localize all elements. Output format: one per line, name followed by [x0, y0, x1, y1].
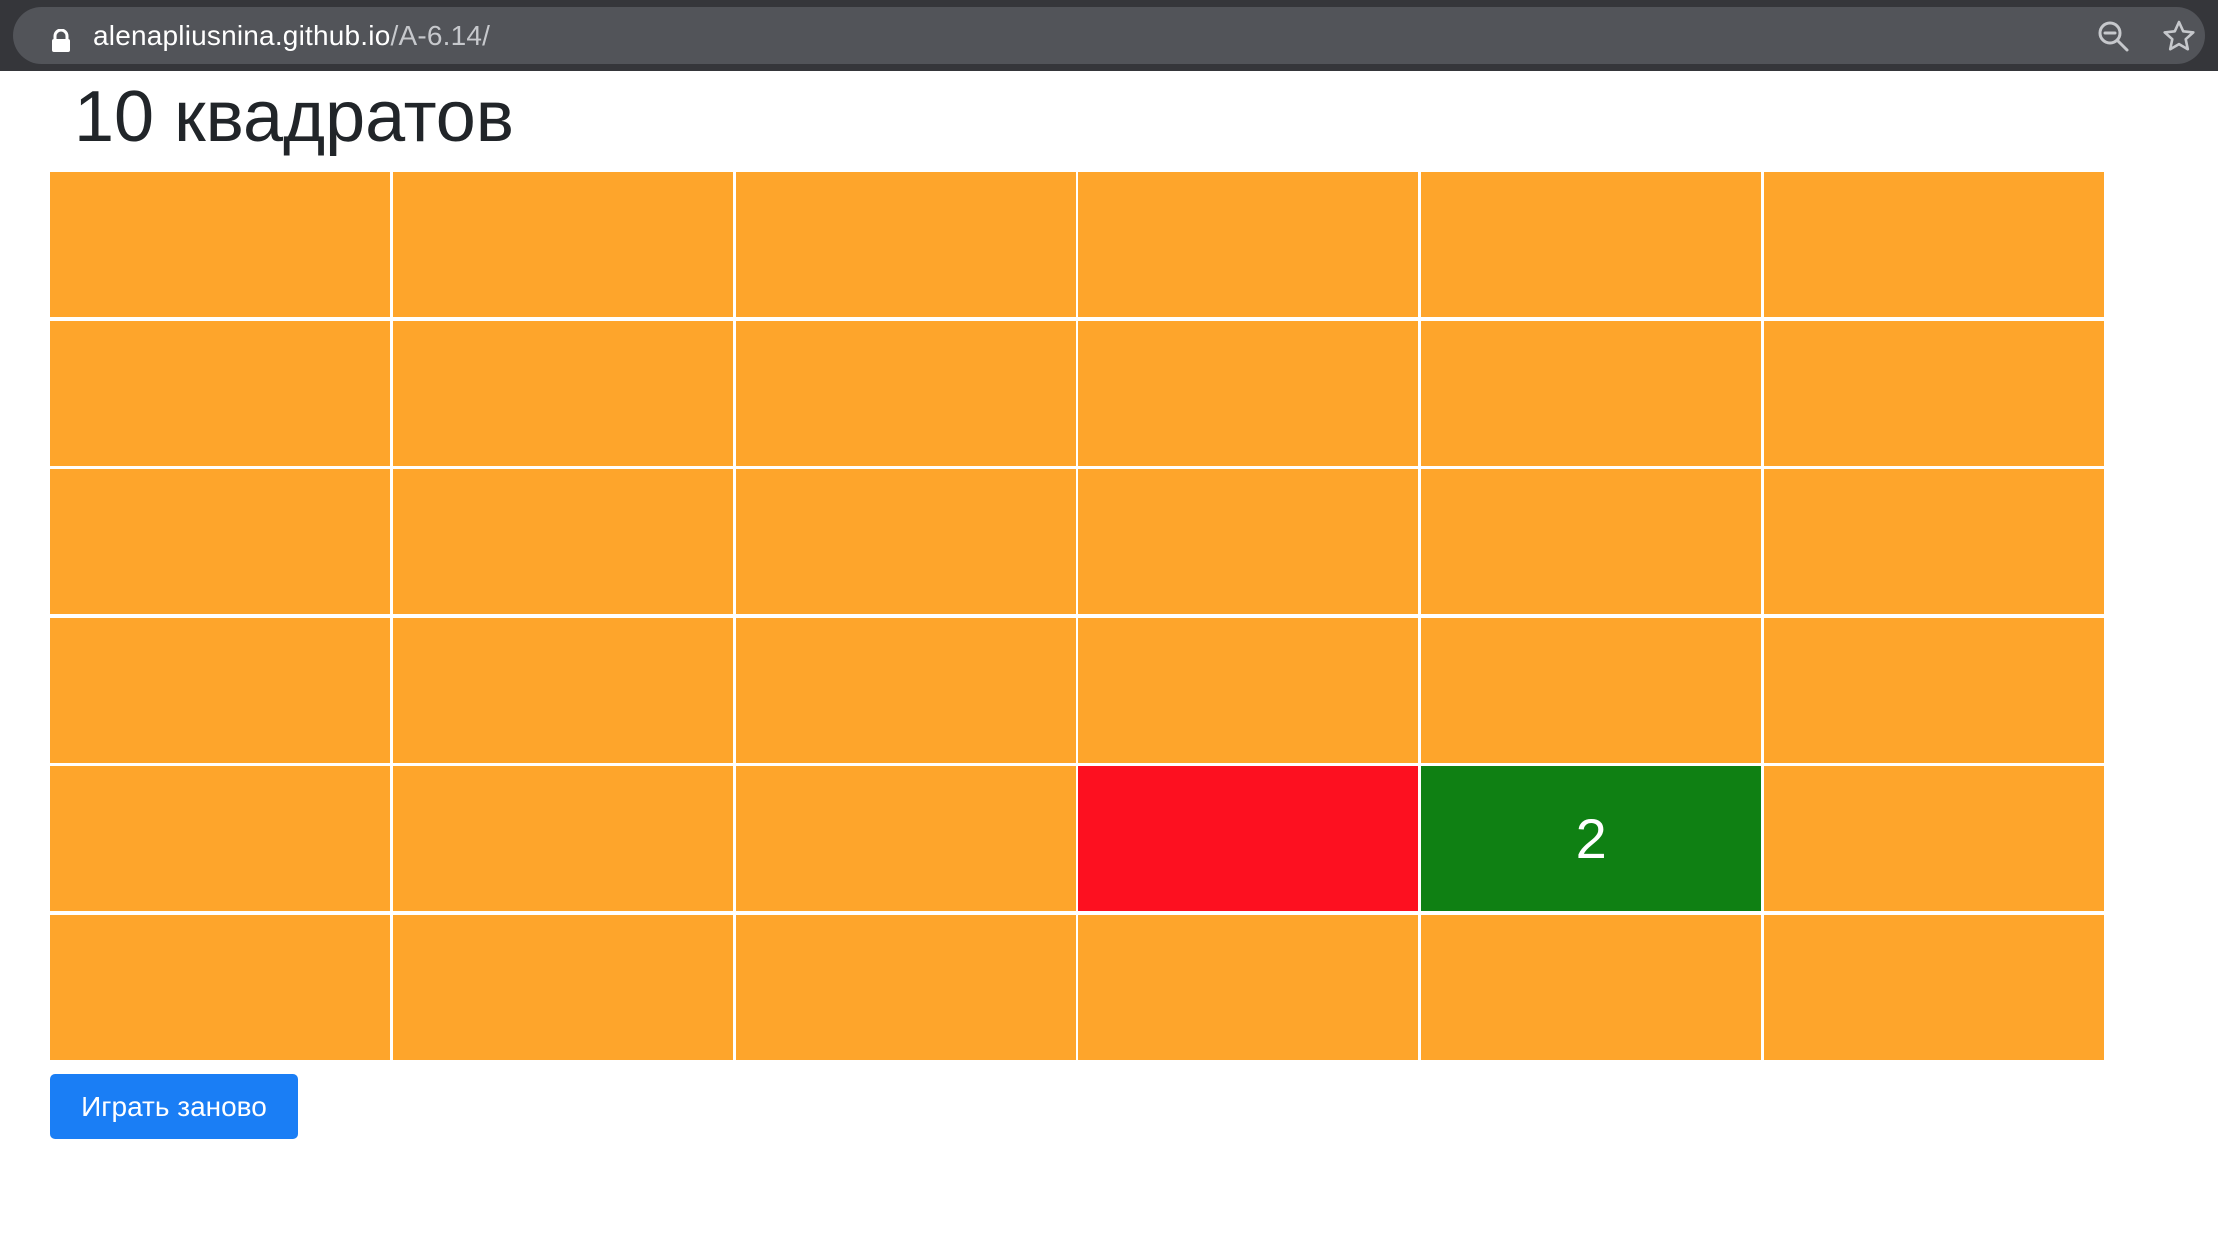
url-text[interactable]: alenapliusnina.github.io/A-6.14/ — [93, 7, 490, 64]
game-cell[interactable] — [1421, 172, 1762, 317]
game-cell[interactable] — [1078, 320, 1419, 466]
game-cell[interactable] — [1078, 766, 1419, 912]
game-cell[interactable] — [735, 766, 1076, 912]
game-board: 2 — [50, 172, 2104, 1060]
game-cell[interactable] — [50, 320, 390, 466]
address-bar[interactable]: alenapliusnina.github.io/A-6.14/ — [13, 7, 2205, 64]
game-cell[interactable] — [392, 766, 733, 912]
game-cell[interactable] — [392, 469, 733, 615]
game-cell[interactable] — [735, 617, 1076, 763]
game-cell[interactable] — [392, 172, 733, 317]
restart-button[interactable]: Играть заново — [50, 1074, 298, 1139]
game-cell[interactable] — [392, 914, 733, 1060]
game-cell[interactable] — [1078, 172, 1419, 317]
game-cell[interactable] — [1421, 469, 1762, 615]
game-cell[interactable] — [735, 172, 1076, 317]
game-cell[interactable] — [1763, 320, 2104, 466]
game-cell[interactable] — [1078, 469, 1419, 615]
game-cell[interactable] — [1421, 617, 1762, 763]
game-cell[interactable] — [50, 617, 390, 763]
url-path: /A-6.14/ — [390, 20, 491, 51]
game-cell[interactable] — [392, 617, 733, 763]
lock-icon[interactable] — [51, 29, 71, 53]
game-cell[interactable] — [735, 914, 1076, 1060]
page-title: 10 квадратов — [74, 77, 515, 157]
game-cell[interactable] — [392, 320, 733, 466]
game-cell[interactable] — [1763, 914, 2104, 1060]
game-cell[interactable] — [50, 914, 390, 1060]
zoom-out-icon[interactable] — [2096, 19, 2130, 53]
game-cell[interactable] — [1078, 914, 1419, 1060]
game-cell[interactable] — [735, 469, 1076, 615]
url-host: alenapliusnina.github.io — [93, 20, 391, 51]
game-cell[interactable] — [1421, 914, 1762, 1060]
game-cell[interactable] — [1763, 172, 2104, 317]
game-cell[interactable] — [1763, 766, 2104, 912]
game-cell[interactable] — [735, 320, 1076, 466]
game-cell[interactable]: 2 — [1421, 766, 1762, 912]
game-cell[interactable] — [1763, 617, 2104, 763]
star-icon[interactable] — [2162, 19, 2196, 53]
game-cell[interactable] — [50, 766, 390, 912]
game-cell[interactable] — [50, 172, 390, 317]
game-cell[interactable] — [1763, 469, 2104, 615]
browser-toolbar: alenapliusnina.github.io/A-6.14/ — [0, 0, 2218, 71]
game-cell[interactable] — [1078, 617, 1419, 763]
game-cell[interactable] — [50, 469, 390, 615]
game-cell[interactable] — [1421, 320, 1762, 466]
